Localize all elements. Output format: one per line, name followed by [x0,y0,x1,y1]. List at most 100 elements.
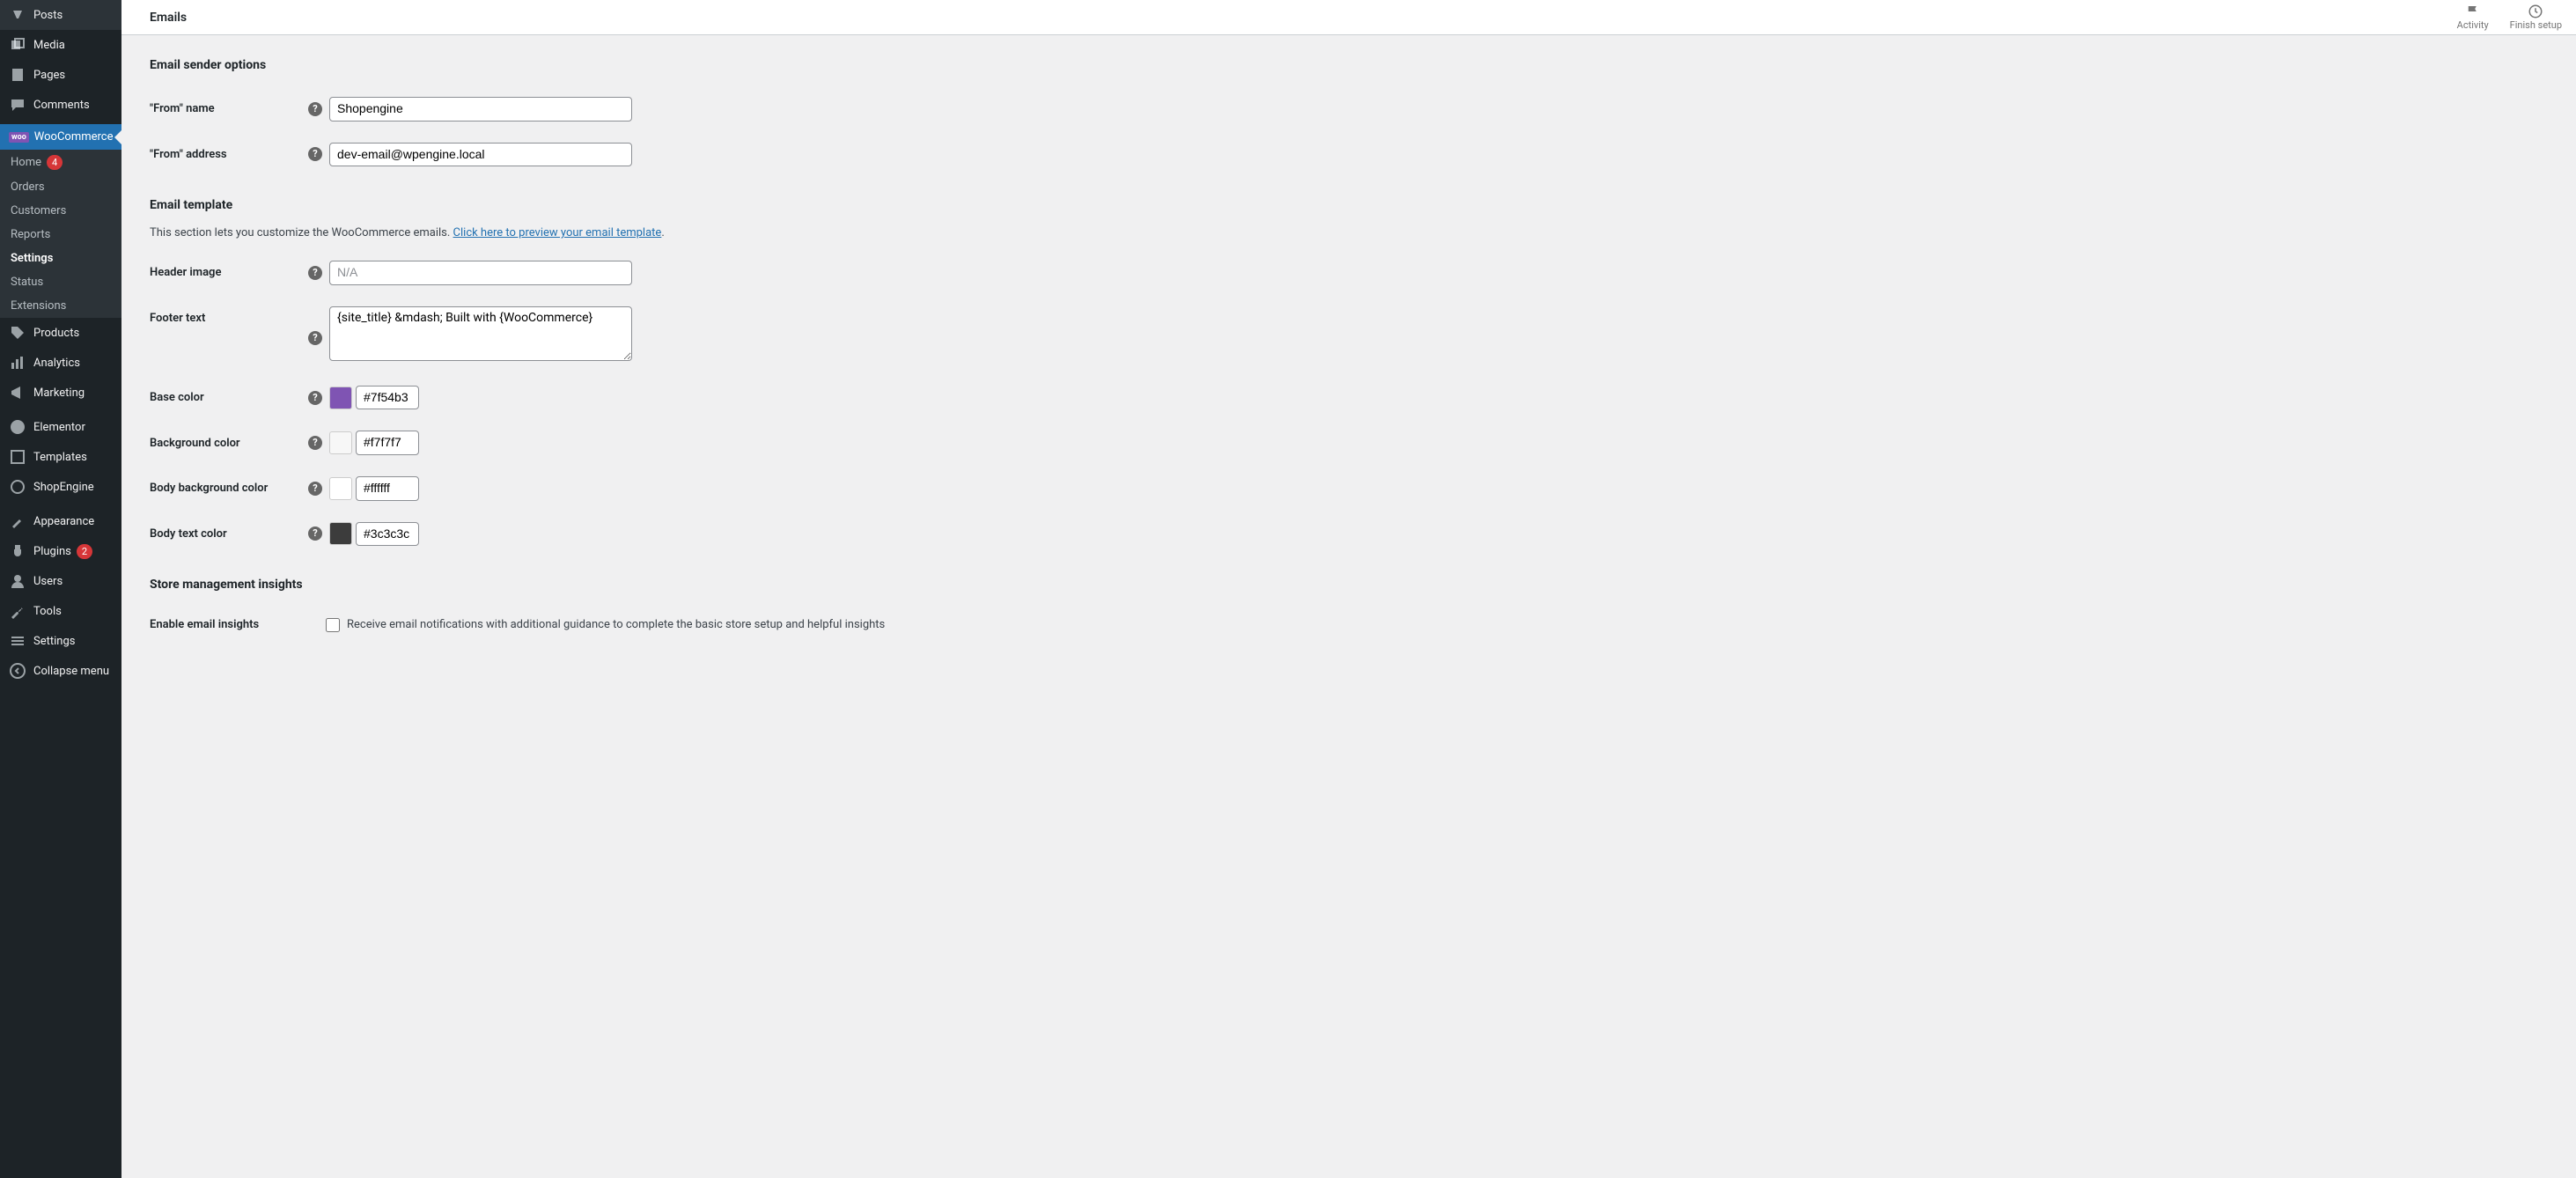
bar-chart-icon [9,354,26,372]
label-body-bg-color: Body background color [150,466,308,512]
plug-icon [9,542,26,560]
help-icon[interactable]: ? [308,436,322,450]
sidebar-item-analytics[interactable]: Analytics [0,348,121,378]
home-badge: 4 [47,155,63,170]
page-icon [9,66,26,84]
wrench-icon [9,602,26,620]
sidebar-label: Collapse menu [33,665,109,678]
section-heading-insights: Store management insights [150,578,2548,592]
submenu-item-home[interactable]: Home 4 [0,150,121,175]
sidebar-item-collapse[interactable]: Collapse menu [0,656,121,686]
body-bg-color-input[interactable] [356,476,419,501]
section-heading-sender: Email sender options [150,58,2548,72]
sidebar-item-tools[interactable]: Tools [0,596,121,626]
template-description: This section lets you customize the WooC… [150,226,2548,239]
preview-template-link[interactable]: Click here to preview your email templat… [453,226,662,239]
sidebar-label: Products [33,327,79,340]
label-footer-text: Footer text [150,296,308,375]
help-icon[interactable]: ? [308,102,322,116]
user-icon [9,572,26,590]
submenu-item-extensions[interactable]: Extensions [0,294,121,318]
sidebar-label: Tools [33,605,62,618]
woocommerce-submenu: Home 4 Orders Customers Reports Settings… [0,150,121,318]
help-icon[interactable]: ? [308,147,322,161]
megaphone-icon [9,384,26,401]
sidebar-label: Analytics [33,357,80,370]
sidebar-label: Templates [33,451,87,464]
sidebar-label: Appearance [33,515,94,528]
submenu-item-customers[interactable]: Customers [0,199,121,223]
sidebar-item-posts[interactable]: Posts [0,0,121,30]
sidebar-item-settings[interactable]: Settings [0,626,121,656]
base-color-input[interactable] [356,386,419,410]
from-address-input[interactable] [329,143,632,167]
sidebar-label: Posts [33,9,63,22]
sidebar-item-users[interactable]: Users [0,566,121,596]
sidebar-label: Pages [33,69,65,82]
label-from-name: "From" name [150,86,308,132]
from-name-input[interactable] [329,97,632,121]
sidebar-item-plugins[interactable]: Plugins 2 [0,536,121,566]
tag-icon [9,324,26,342]
page-title: Emails [150,11,187,25]
plugins-badge: 2 [77,544,92,559]
sidebar-label: Settings [33,635,75,648]
clock-icon [2528,4,2543,19]
sidebar-item-elementor[interactable]: Elementor [0,412,121,442]
templates-icon [9,448,26,466]
sidebar-item-woocommerce[interactable]: woo WooCommerce [0,124,121,150]
help-icon[interactable]: ? [308,526,322,541]
body-text-color-input[interactable] [356,522,419,547]
submenu-label: Home [11,156,41,169]
flag-icon [2465,4,2481,19]
sliders-icon [9,632,26,650]
sidebar-item-comments[interactable]: Comments [0,90,121,120]
help-icon[interactable]: ? [308,331,322,345]
sidebar-label: Comments [33,99,90,112]
brush-icon [9,512,26,530]
sidebar-item-templates[interactable]: Templates [0,442,121,472]
sidebar-label: Marketing [33,387,85,400]
woo-icon: woo [9,132,29,143]
background-color-input[interactable] [356,431,419,455]
finish-setup-button[interactable]: Finish setup [2510,4,2562,31]
topbar: Emails Activity Finish setup [121,0,2576,35]
shopengine-icon [9,478,26,496]
submenu-item-status[interactable]: Status [0,270,121,294]
sidebar-item-media[interactable]: Media [0,30,121,60]
pin-icon [9,6,26,24]
sidebar-label: Media [33,39,65,52]
sidebar-label: ShopEngine [33,481,94,494]
sidebar-item-appearance[interactable]: Appearance [0,506,121,536]
label-background-color: Background color [150,420,308,466]
help-icon[interactable]: ? [308,391,322,405]
footer-text-input[interactable] [329,306,632,361]
activity-button[interactable]: Activity [2457,4,2489,31]
submenu-item-settings[interactable]: Settings [0,247,121,270]
submenu-item-reports[interactable]: Reports [0,223,121,247]
help-icon[interactable]: ? [308,482,322,496]
elementor-icon [9,418,26,436]
sidebar-label: WooCommerce [34,130,114,144]
label-header-image: Header image [150,250,308,296]
label-base-color: Base color [150,375,308,421]
admin-sidebar: Posts Media Pages Comments woo WooCommer… [0,0,121,1178]
base-color-swatch[interactable] [329,387,352,409]
enable-insights-checkbox[interactable] [326,618,340,632]
sidebar-item-products[interactable]: Products [0,318,121,348]
media-icon [9,36,26,54]
sidebar-item-marketing[interactable]: Marketing [0,378,121,408]
label-body-text-color: Body text color [150,512,308,557]
submenu-item-orders[interactable]: Orders [0,175,121,199]
section-heading-template: Email template [150,198,2548,212]
sidebar-item-shopengine[interactable]: ShopEngine [0,472,121,502]
body-text-color-swatch[interactable] [329,522,352,545]
header-image-input[interactable] [329,261,632,285]
help-icon[interactable]: ? [308,266,322,280]
background-color-swatch[interactable] [329,431,352,454]
sidebar-item-pages[interactable]: Pages [0,60,121,90]
sidebar-label: Plugins [33,545,71,558]
sidebar-label: Users [33,575,63,588]
body-bg-color-swatch[interactable] [329,477,352,500]
collapse-icon [9,662,26,680]
